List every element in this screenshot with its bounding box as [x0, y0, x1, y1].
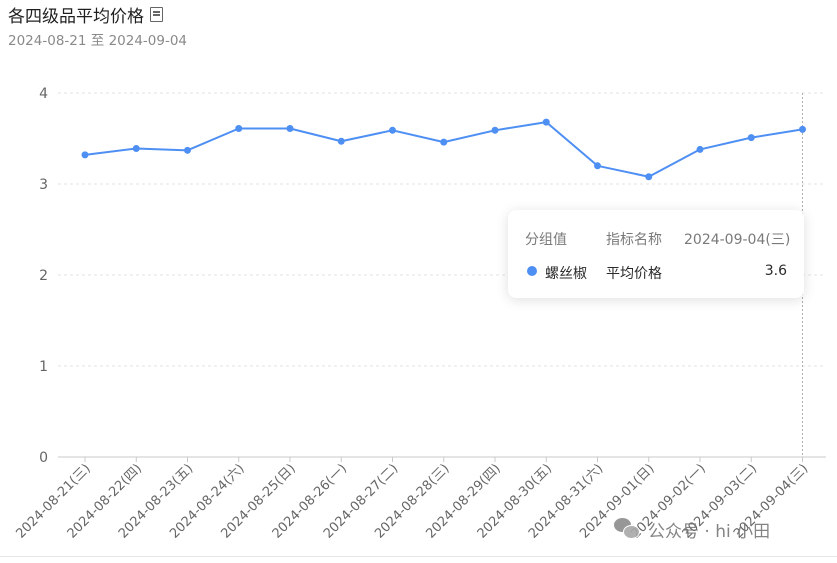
watermark: 公众号 · hi 小田 [614, 516, 770, 542]
data-point [645, 173, 653, 181]
series-line [84, 121, 803, 178]
tooltip-row-group: 螺丝椒 [545, 266, 587, 282]
tooltip-row-value: 3.6 [764, 263, 787, 279]
data-point [747, 134, 755, 142]
y-axis: 0 1 2 3 4 [39, 86, 48, 466]
data-point [235, 124, 243, 132]
data-point [184, 146, 191, 154]
watermark-text: 公众号 · hi 小田 [648, 521, 771, 542]
wechat-icon [614, 516, 640, 542]
tooltip-series-dot [527, 266, 537, 276]
data-point [799, 125, 806, 133]
data-point [594, 162, 601, 170]
y-tick-label: 1 [39, 359, 48, 375]
tooltip-header-group: 分组值 [525, 232, 567, 248]
data-point [389, 126, 396, 134]
data-point [337, 137, 345, 145]
tooltip-header-metric: 指标名称 [606, 232, 662, 248]
series-line-group [81, 118, 806, 181]
data-point [491, 126, 499, 134]
y-tick-label: 4 [39, 86, 48, 102]
data-point [286, 124, 294, 132]
data-point [542, 118, 550, 126]
data-point [132, 145, 140, 153]
tooltip: 分组值 指标名称 2024-09-04(三) 螺丝椒 平均价格 3.6 [508, 210, 804, 298]
y-tick-label: 3 [39, 177, 48, 193]
bottom-divider [0, 556, 837, 557]
tooltip-row-metric: 平均价格 [606, 266, 662, 282]
tooltip-header-date: 2024-09-04(三) [684, 232, 791, 248]
y-tick-label: 0 [39, 450, 48, 466]
data-point [440, 138, 448, 146]
y-tick-label: 2 [39, 268, 48, 284]
data-point [696, 145, 704, 153]
data-point [81, 151, 89, 159]
